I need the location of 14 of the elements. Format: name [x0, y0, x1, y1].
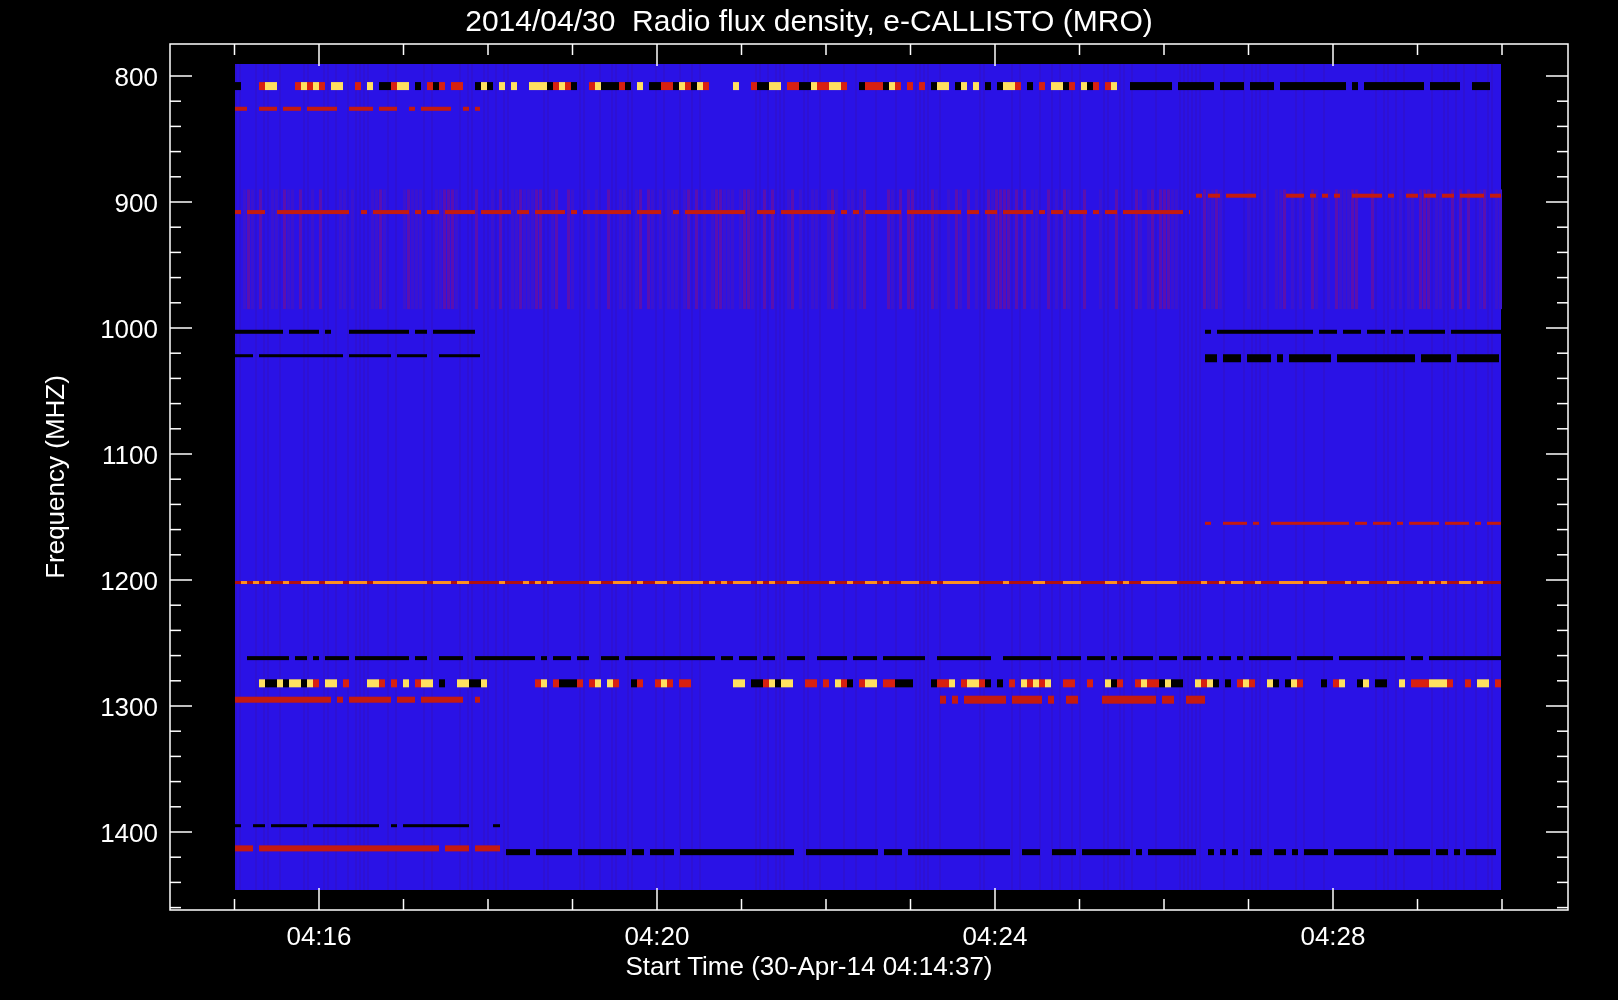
y-tick-label: 1400 [100, 818, 158, 848]
x-tick-label: 04:24 [962, 921, 1028, 951]
y-tick-label: 900 [114, 188, 158, 218]
x-tick-label: 04:28 [1300, 921, 1366, 951]
x-axis-label: Start Time (30-Apr-14 04:14:37) [625, 951, 993, 981]
y-tick-label: 1300 [100, 692, 158, 722]
x-tick-label: 04:20 [624, 921, 690, 951]
y-tick-label: 1000 [100, 314, 158, 344]
y-tick-label: 1100 [102, 440, 158, 470]
x-tick-label: 04:16 [286, 921, 352, 951]
y-tick-label: 1200 [100, 566, 158, 596]
y-axis-label: Frequency (MHZ) [40, 375, 70, 579]
chart-title: 2014/04/30 Radio flux density, e-CALLISTO (MRO) [465, 4, 1153, 37]
y-tick-label: 800 [114, 62, 158, 92]
